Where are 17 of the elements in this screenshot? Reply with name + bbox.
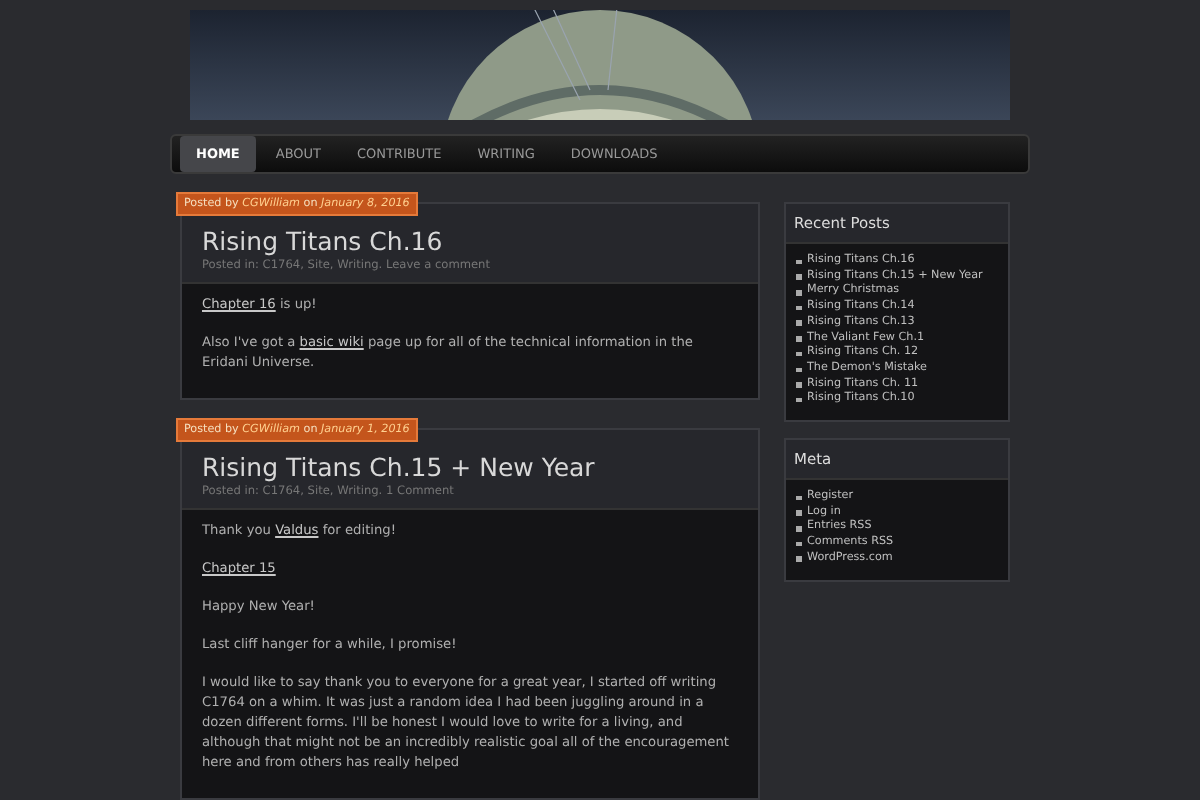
bullet-icon	[796, 526, 801, 532]
bullet-icon	[796, 556, 801, 562]
post-title[interactable]: Rising Titans Ch.16	[202, 226, 738, 256]
bullet-icon	[796, 510, 801, 516]
bullet-icon	[796, 274, 801, 280]
bullet-icon	[796, 351, 801, 357]
bullet-icon	[796, 367, 801, 373]
bullet-icon	[796, 290, 801, 295]
bullet-icon	[796, 320, 801, 326]
bullet-icon	[796, 305, 801, 311]
bullet-icon	[796, 336, 801, 342]
bullet-icon	[796, 541, 801, 547]
post-title[interactable]: Rising Titans Ch.15 + New Year	[202, 452, 738, 482]
bullet-icon	[796, 397, 801, 403]
bullet-icon	[796, 259, 801, 265]
bullet-icon	[796, 495, 801, 501]
bullet-icon	[796, 382, 801, 388]
